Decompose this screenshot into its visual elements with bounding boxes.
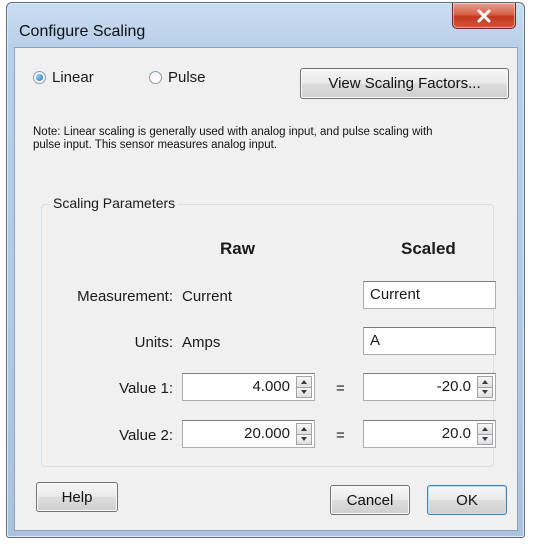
arrow-up-icon xyxy=(301,426,307,431)
measurement-label: Measurement: xyxy=(77,288,173,305)
value1-raw-value[interactable]: 4.000 xyxy=(252,378,290,395)
close-icon xyxy=(477,9,491,22)
cancel-button[interactable]: Cancel xyxy=(330,485,410,515)
radio-linear-label: Linear xyxy=(52,69,94,86)
value2-scaled-spinbox[interactable]: 20.0 xyxy=(363,420,496,448)
close-button[interactable] xyxy=(452,3,516,29)
window-title: Configure Scaling xyxy=(19,23,146,40)
arrow-up-icon xyxy=(301,379,307,384)
units-raw-value: Amps xyxy=(182,334,221,351)
value2-label: Value 2: xyxy=(119,427,173,444)
value2-scaled-spin-buttons xyxy=(477,423,493,445)
value1-label: Value 1: xyxy=(119,380,173,397)
spin-up-button[interactable] xyxy=(296,376,312,388)
spin-up-button[interactable] xyxy=(296,423,312,435)
units-scaled-input[interactable]: A xyxy=(363,327,496,355)
value2-raw-spinbox[interactable]: 20.000 xyxy=(182,420,315,448)
arrow-down-icon xyxy=(301,437,307,442)
value2-raw-value[interactable]: 20.000 xyxy=(244,425,290,442)
measurement-scaled-input[interactable]: Current xyxy=(363,281,496,309)
help-button[interactable]: Help xyxy=(36,482,118,512)
scaling-note: Note: Linear scaling is generally used w… xyxy=(33,126,433,151)
value1-scaled-value[interactable]: -20.0 xyxy=(437,378,471,395)
arrow-down-icon xyxy=(482,437,488,442)
measurement-raw-value: Current xyxy=(182,288,233,305)
spin-down-button[interactable] xyxy=(296,387,312,398)
value1-raw-spinbox[interactable]: 4.000 xyxy=(182,373,315,401)
scaled-header: Scaled xyxy=(401,239,456,258)
value2-raw-spin-buttons xyxy=(296,423,312,445)
arrow-up-icon xyxy=(482,379,488,384)
arrow-down-icon xyxy=(301,390,307,395)
value1-scaled-spinbox[interactable]: -20.0 xyxy=(363,373,496,401)
radio-linear-indicator[interactable] xyxy=(33,71,46,84)
spin-up-button[interactable] xyxy=(477,423,493,435)
arrow-down-icon xyxy=(482,390,488,395)
title-bar[interactable]: Configure Scaling xyxy=(7,3,524,47)
value1-scaled-spin-buttons xyxy=(477,376,493,398)
radio-pulse-label: Pulse xyxy=(168,69,206,86)
dialog-window: Configure Scaling Linear Pulse View Scal… xyxy=(6,2,525,538)
scaling-parameters-group: Scaling Parameters Raw Scaled Measuremen… xyxy=(41,195,496,467)
radio-pulse[interactable]: Pulse xyxy=(149,69,206,86)
ok-button[interactable]: OK xyxy=(427,485,507,515)
units-label: Units: xyxy=(134,334,173,351)
equals-sign: = xyxy=(336,380,345,397)
spin-down-button[interactable] xyxy=(477,434,493,445)
arrow-up-icon xyxy=(482,426,488,431)
equals-sign: = xyxy=(336,427,345,444)
raw-header: Raw xyxy=(220,239,255,258)
spin-up-button[interactable] xyxy=(477,376,493,388)
radio-pulse-indicator[interactable] xyxy=(149,71,162,84)
value1-raw-spin-buttons xyxy=(296,376,312,398)
value2-scaled-value[interactable]: 20.0 xyxy=(442,425,471,442)
spin-down-button[interactable] xyxy=(477,387,493,398)
group-title: Scaling Parameters xyxy=(50,195,179,211)
radio-linear[interactable]: Linear xyxy=(33,69,94,86)
dialog-body: Linear Pulse View Scaling Factors... Not… xyxy=(14,47,518,531)
spin-down-button[interactable] xyxy=(296,434,312,445)
view-scaling-factors-button[interactable]: View Scaling Factors... xyxy=(300,68,509,99)
